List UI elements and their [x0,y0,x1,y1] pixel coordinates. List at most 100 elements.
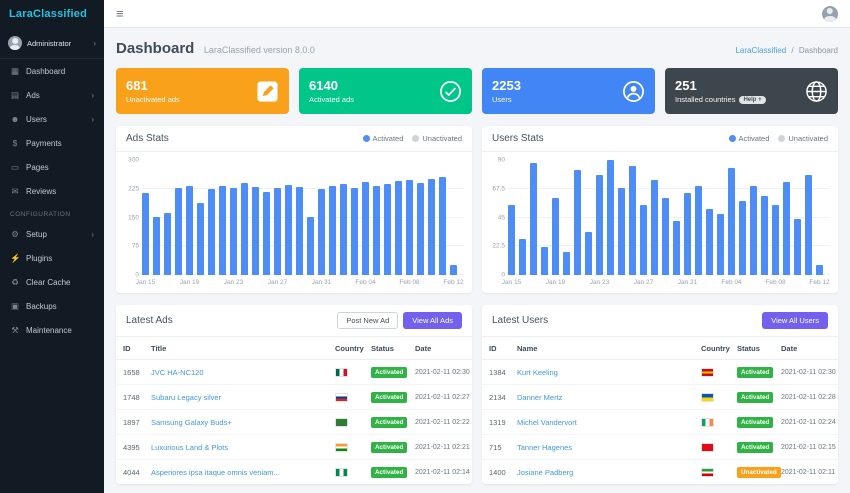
stat-label-row: Installed countries Help + [675,95,766,104]
legend-item[interactable]: Activated [728,134,769,143]
tables-row: Latest Ads Post New Ad View All Ads ID Ti… [116,305,838,484]
bar [519,239,526,275]
column-header-status: Status [364,337,408,360]
stat-label-row: Unactivated ads [126,95,180,104]
cell-id: 1658 [116,359,144,385]
sidebar-item-label: Maintenance [26,325,72,335]
cell-country [694,409,730,435]
stat-label-row: Activated ads [309,95,354,104]
bar [805,175,812,275]
bar [607,160,614,275]
users-icon: ☻ [10,114,20,124]
x-tick-label: Jan 27 [267,279,288,286]
row-link[interactable]: Luxurious Land & Plots [151,443,228,452]
sidebar-item-plugins[interactable]: ⚡ Plugins [0,246,104,270]
table-row: 4044 Asperiores ipsa itaque omnis veniam.… [116,460,472,485]
y-tick-label: 67.5 [492,185,505,193]
latest-users-title: Latest Users [492,315,549,326]
view-all-ads-button[interactable]: View All Ads [403,312,462,329]
bar [684,193,691,275]
bar [541,246,548,275]
bar [175,188,182,275]
brand-logo[interactable]: LaraClassified [0,0,104,28]
cell-id: 2134 [482,384,510,410]
row-link[interactable]: Kurt Keeling [517,368,558,377]
user-avatar[interactable] [822,5,838,22]
topbar: LaraClassified ≡ [0,0,850,28]
sidebar-item-pages[interactable]: ▭ Pages [0,155,104,179]
maintenance-icon: ⚒ [11,324,19,335]
y-tick-label: 225 [128,185,139,193]
legend-dot-icon [412,135,420,142]
x-tick-label: Jan 15 [501,279,522,286]
view-all-users-button[interactable]: View All Users [762,312,828,329]
sidebar-item-users[interactable]: ☻ Users › [0,107,104,131]
legend-item[interactable]: Unactivated [412,134,462,143]
cell-title: Asperiores ipsa itaque omnis veniam... [144,460,328,485]
chart-title: Users Stats [492,133,544,144]
bar-series [508,160,830,275]
sidebar-item-setup[interactable]: ⚙ Setup › [0,222,104,246]
bar [208,189,215,275]
stat-card-activated-ads: 6140 Activated ads [299,68,472,114]
sidebar-item-dashboard[interactable]: ▦ Dashboard [0,59,104,83]
column-header-country: Country [694,337,730,360]
bar [761,195,768,275]
post-new-ad-button[interactable]: Post New Ad [337,312,399,329]
sidebar-item-label: Payments [26,138,62,148]
sidebar-item-maintenance[interactable]: ⚒ Maintenance [0,318,104,342]
cell-status: Activated [364,384,408,410]
cell-country [328,434,364,460]
row-link[interactable]: Michel Vandervort [517,418,577,427]
row-link[interactable]: JVC HA-NC120 [151,368,204,377]
backups-icon: ▣ [10,300,20,311]
sidebar: Administrator › ▦ Dashboard ▤ Ads › ☻ Users › $ P… [0,28,104,493]
row-link[interactable]: Subaru Legacy silver [151,393,221,402]
main-content: Dashboard LaraClassified version 8.0.0 L… [104,28,850,493]
chart-body: 0 75 150 225 300 Jan 15 Jan 19 Jan 23 Jan 27 Jan… [116,152,472,293]
sidebar-item-label: Clear Cache [26,277,71,287]
sidebar-item-payments[interactable]: $ Payments [0,131,104,155]
sidebar-toggle-icon[interactable]: ≡ [116,6,124,21]
sidebar-user[interactable]: Administrator › [0,28,104,59]
sidebar-item-ads[interactable]: ▤ Ads › [0,83,104,107]
legend-dot-icon [728,135,736,142]
topbar-right: ≡ [104,0,850,28]
table-row: 1400 Josiane Padberg Unactivated 2021-02-11… [482,460,838,485]
column-header-id: ID [116,337,144,360]
legend-item[interactable]: Unactivated [778,134,828,143]
cell-date: 2021-02-11 02:30 [774,359,838,385]
sidebar-item-backups[interactable]: ▣ Backups [0,294,104,318]
column-header-date: Date [774,337,838,360]
status-badge: Activated [371,366,408,378]
ads-icon: ▤ [10,89,20,100]
x-tick-label: Jan 23 [223,279,244,286]
bar [450,264,457,275]
row-link[interactable]: Danner Mertz [517,393,562,402]
sidebar-item-label: Plugins [26,253,53,263]
sidebar-item-reviews[interactable]: ✉ Reviews [0,179,104,203]
sidebar-item-clear-cache[interactable]: ♻ Clear Cache [0,270,104,294]
x-tick-label: Jan 31 [677,279,698,286]
country-flag-icon [701,442,714,452]
admin-avatar-icon [8,36,22,50]
help-badge[interactable]: Help + [739,95,766,104]
country-flag-icon [701,367,714,377]
row-link[interactable]: Samsung Galaxy Buds+ [151,418,232,427]
row-link[interactable]: Asperiores ipsa itaque omnis veniam... [151,468,280,477]
country-flag-icon [335,417,348,427]
breadcrumb-link[interactable]: LaraClassified [735,46,786,55]
chart-legend: Activated Unactivated [362,134,462,143]
chevron-right-icon: › [91,90,94,100]
chevron-right-icon: › [93,38,96,48]
legend-item[interactable]: Activated [362,134,403,143]
stat-label: Users [492,95,512,104]
bar [164,212,171,275]
page-header: Dashboard LaraClassified version 8.0.0 L… [116,40,838,58]
row-link[interactable]: Josiane Padberg [517,468,573,477]
row-link[interactable]: Tanner Hagenes [517,443,572,452]
legend-dot-icon [362,135,370,142]
bar [417,182,424,275]
column-header-id: ID [482,337,510,360]
stat-value: 6140 [309,78,338,93]
